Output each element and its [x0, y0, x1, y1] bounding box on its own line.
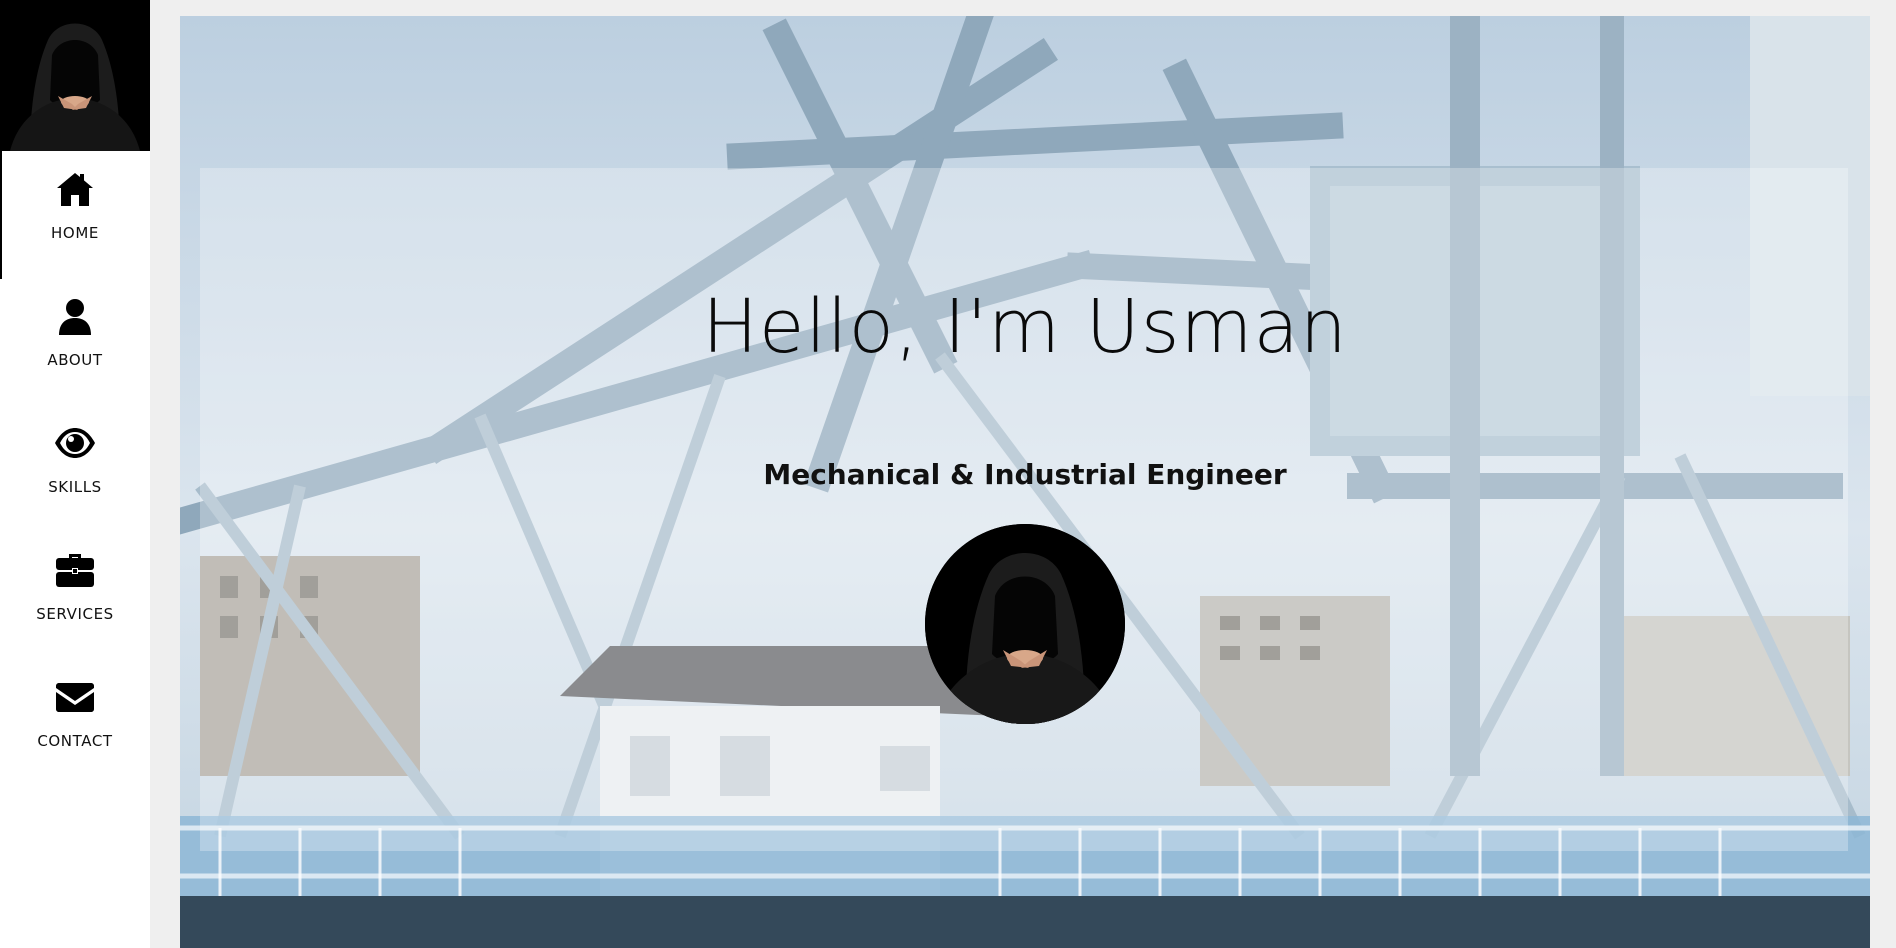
nav-item-services[interactable]: SERVICES	[0, 532, 150, 659]
main-nav: HOME ABOUT SKILLS SERVICES CONTACT	[0, 151, 150, 786]
nav-item-contact[interactable]: CONTACT	[0, 659, 150, 786]
user-icon	[59, 299, 91, 335]
nav-label-about: ABOUT	[47, 351, 103, 369]
nav-label-services: SERVICES	[36, 605, 114, 623]
nav-label-contact: CONTACT	[37, 732, 113, 750]
hooded-figure-icon	[0, 0, 150, 151]
briefcase-icon	[56, 554, 94, 587]
home-icon	[57, 173, 93, 206]
hooded-figure-icon	[925, 524, 1125, 724]
active-nav-marker	[0, 151, 2, 279]
hero-subtitle: Mechanical & Industrial Engineer	[763, 458, 1287, 491]
hero-overlay-panel	[200, 168, 1848, 851]
hero-avatar	[925, 524, 1125, 724]
nav-item-skills[interactable]: SKILLS	[0, 405, 150, 532]
sidebar: HOME ABOUT SKILLS SERVICES CONTACT	[0, 0, 150, 948]
nav-item-about[interactable]: ABOUT	[0, 278, 150, 405]
eye-icon	[55, 428, 95, 458]
nav-label-skills: SKILLS	[48, 478, 102, 496]
nav-item-home[interactable]: HOME	[0, 151, 150, 278]
hero-section: Hello, I'm Usman Mechanical & Industrial…	[180, 16, 1870, 948]
hero-title: Hello, I'm Usman	[702, 284, 1348, 370]
envelope-icon	[56, 683, 94, 712]
nav-label-home: HOME	[51, 224, 99, 242]
sidebar-avatar[interactable]	[0, 0, 150, 151]
